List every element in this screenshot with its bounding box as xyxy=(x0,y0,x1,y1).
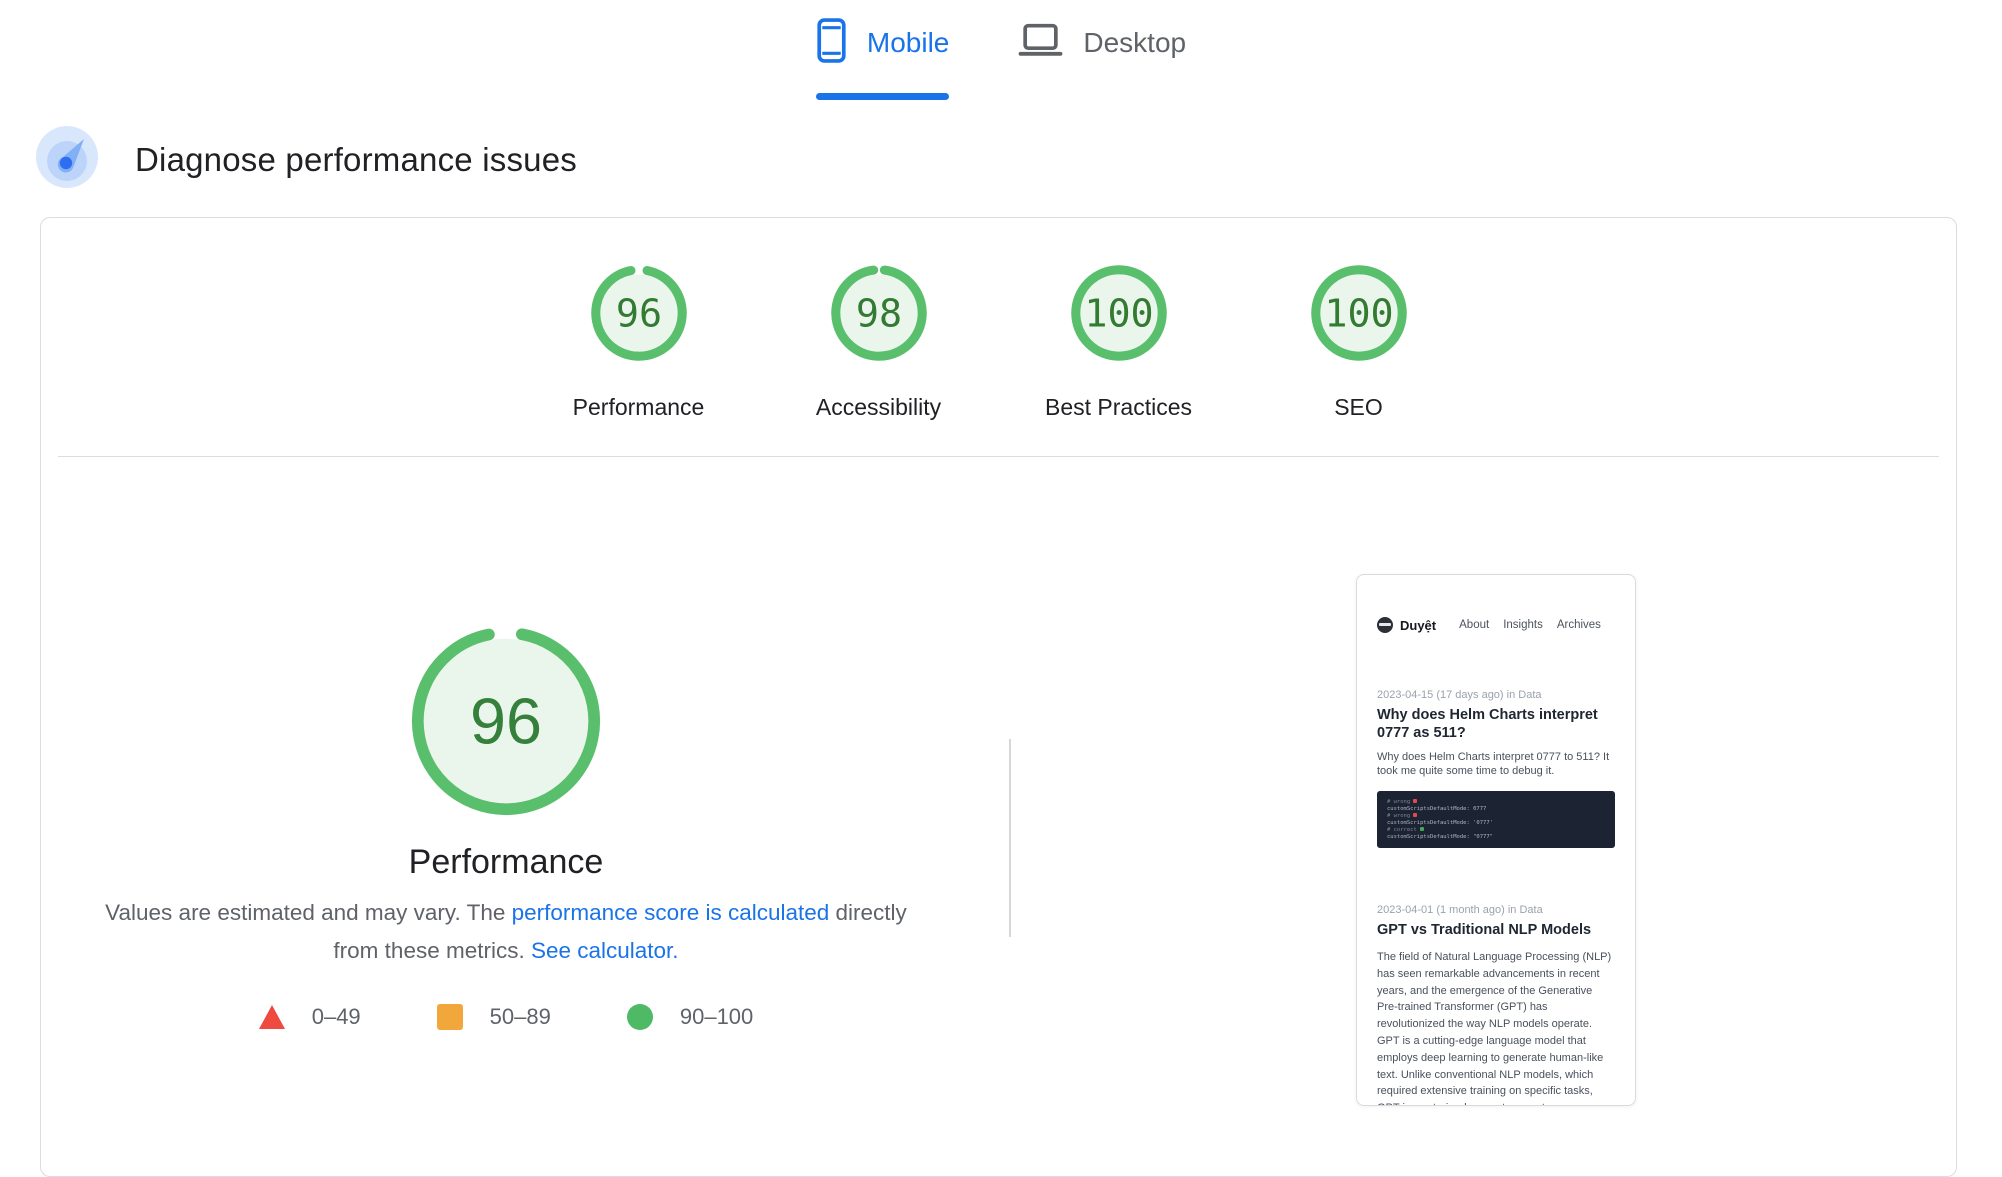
performance-detail-section: 96 Performance Values are estimated and … xyxy=(41,623,971,1030)
post-excerpt: The field of Natural Language Processing… xyxy=(1377,949,1615,1106)
preview-nav-archives: Archives xyxy=(1557,619,1601,631)
post-meta: 2023-04-15 (17 days ago) in Data xyxy=(1377,689,1615,701)
red-triangle-icon xyxy=(259,1005,285,1029)
preview-site-nav: About Insights Archives xyxy=(1459,619,1601,631)
score-calculation-link[interactable]: performance score is calculated xyxy=(512,900,830,925)
legend-range-fail: 0–49 xyxy=(312,1004,361,1030)
svg-text:100: 100 xyxy=(1084,291,1153,336)
preview-nav-about: About xyxy=(1459,619,1489,631)
legend-item-average: 50–89 xyxy=(437,1004,551,1030)
code-block: # wrong customScriptsDefaultMode: 0777 #… xyxy=(1377,791,1615,848)
post-excerpt: Why does Helm Charts interpret 0777 to 5… xyxy=(1377,751,1615,778)
page-screenshot-thumbnail: Duyệt About Insights Archives 2023-04-15… xyxy=(1356,574,1636,1106)
tab-desktop[interactable]: Desktop xyxy=(1018,14,1186,100)
preview-site-header: Duyệt About Insights Archives xyxy=(1377,617,1615,633)
vertical-divider xyxy=(1009,739,1011,937)
legend-range-pass: 90–100 xyxy=(680,1004,753,1030)
score-label-performance: Performance xyxy=(573,394,705,421)
score-label-best-practices: Best Practices xyxy=(1045,394,1192,421)
score-label-seo: SEO xyxy=(1334,394,1383,421)
score-accessibility[interactable]: 98 Accessibility xyxy=(769,265,989,421)
tab-mobile-label: Mobile xyxy=(867,27,949,59)
performance-big-gauge: 96 xyxy=(408,623,604,819)
accessibility-gauge: 98 xyxy=(831,265,927,361)
note-text: Values are estimated and may vary. The xyxy=(105,900,511,925)
summary-divider xyxy=(58,456,1939,457)
score-performance[interactable]: 96 Performance xyxy=(529,265,749,421)
score-legend: 0–49 50–89 90–100 xyxy=(259,1004,754,1030)
svg-text:96: 96 xyxy=(615,291,661,336)
svg-text:100: 100 xyxy=(1324,291,1393,336)
mobile-phone-icon xyxy=(816,18,847,68)
legend-range-average: 50–89 xyxy=(490,1004,551,1030)
post-title: GPT vs Traditional NLP Models xyxy=(1377,922,1615,940)
category-scores-row: 96 Performance 98 Accessibility 100 Best… xyxy=(41,265,1956,421)
legend-item-fail: 0–49 xyxy=(259,1004,361,1030)
post-title: Why does Helm Charts interpret 0777 as 5… xyxy=(1377,707,1615,742)
orange-square-icon xyxy=(437,1004,463,1030)
best-practices-gauge: 100 xyxy=(1071,265,1167,361)
site-name: Duyệt xyxy=(1400,618,1436,633)
tab-desktop-label: Desktop xyxy=(1083,27,1186,59)
see-calculator-link[interactable]: See calculator. xyxy=(531,938,679,963)
tab-mobile[interactable]: Mobile xyxy=(816,14,949,100)
svg-text:98: 98 xyxy=(855,291,901,336)
tab-mobile-active-underline xyxy=(816,93,949,100)
score-label-accessibility: Accessibility xyxy=(816,394,941,421)
performance-note: Values are estimated and may vary. The p… xyxy=(86,894,926,970)
green-circle-icon xyxy=(627,1004,653,1030)
report-card: 96 Performance 98 Accessibility 100 Best… xyxy=(40,217,1957,1177)
preview-nav-insights: Insights xyxy=(1503,619,1543,631)
diagnose-heading-row: Diagnose performance issues xyxy=(36,126,2002,193)
score-seo[interactable]: 100 SEO xyxy=(1249,265,1469,421)
site-avatar xyxy=(1377,617,1393,633)
post-meta: 2023-04-01 (1 month ago) in Data xyxy=(1377,904,1615,916)
desktop-laptop-icon xyxy=(1018,22,1063,64)
score-best-practices[interactable]: 100 Best Practices xyxy=(1009,265,1229,421)
seo-gauge: 100 xyxy=(1311,265,1407,361)
device-tabs: Mobile Desktop xyxy=(0,0,2002,100)
legend-item-pass: 90–100 xyxy=(627,1004,753,1030)
speedometer-icon xyxy=(36,126,98,193)
page-title: Diagnose performance issues xyxy=(135,141,577,179)
svg-text:96: 96 xyxy=(470,685,542,758)
performance-detail-title: Performance xyxy=(409,843,604,882)
performance-gauge: 96 xyxy=(591,265,687,361)
